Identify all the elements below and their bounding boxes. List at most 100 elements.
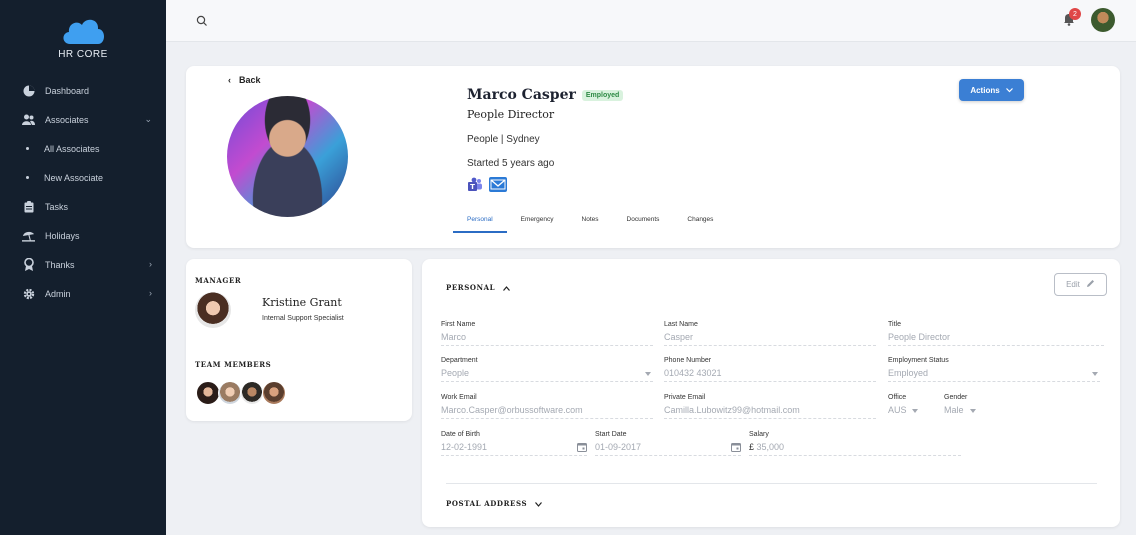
mail-icon[interactable]: [489, 177, 507, 192]
gender-select[interactable]: Male: [944, 405, 978, 418]
actions-label: Actions: [970, 85, 1000, 95]
sidebar-item-tasks[interactable]: Tasks: [0, 192, 166, 221]
field-label: Employment Status: [888, 357, 949, 364]
cloud-icon: [60, 14, 106, 46]
sidebar-item-associates[interactable]: Associates ⌄: [0, 105, 166, 134]
avatar[interactable]: [240, 381, 264, 405]
postal-section-header[interactable]: POSTAL ADDRESS: [446, 494, 543, 512]
field-label: Department: [441, 357, 478, 364]
salary-field: Salary £ 35,000: [749, 431, 961, 456]
manager-avatar[interactable]: [195, 292, 231, 328]
calendar-icon[interactable]: [577, 442, 587, 452]
status-badge: Employed: [581, 89, 624, 101]
chevron-down-icon: ⌄: [144, 114, 152, 124]
section-divider: [446, 483, 1097, 484]
manager-title: Internal Support Specialist: [262, 315, 344, 322]
clipboard-icon: [22, 200, 35, 213]
sidebar-item-new-associate[interactable]: New Associate: [0, 163, 166, 192]
manager-name[interactable]: Kristine Grant: [262, 296, 342, 309]
award-icon: [22, 258, 35, 271]
field-label: Phone Number: [664, 357, 712, 364]
dob-value-row: 12-02-1991: [441, 442, 587, 456]
avatar[interactable]: [218, 381, 242, 405]
chevron-down-icon: [535, 494, 543, 512]
user-avatar[interactable]: [1091, 8, 1115, 32]
tab-emergency[interactable]: Emergency: [521, 214, 554, 233]
brand-logo[interactable]: HR CORE: [56, 14, 110, 60]
back-label: Back: [239, 75, 261, 85]
tab-personal[interactable]: Personal: [453, 214, 507, 233]
svg-text:T: T: [470, 183, 475, 191]
manager-section-label: MANAGER: [195, 276, 242, 285]
employee-location: People | Sydney: [467, 134, 540, 145]
tab-documents[interactable]: Documents: [627, 214, 660, 233]
search-icon[interactable]: [196, 14, 208, 26]
edit-label: Edit: [1066, 280, 1080, 289]
start-date-input[interactable]: 01-09-2017: [595, 442, 641, 452]
department-field: Department People: [441, 357, 653, 382]
sidebar-item-label: All Associates: [44, 143, 100, 154]
employee-role: People Director: [467, 108, 555, 121]
gender-field: Gender Male: [944, 394, 978, 418]
field-label: Last Name: [664, 321, 698, 328]
sidebar-item-thanks[interactable]: Thanks ›: [0, 250, 166, 279]
start-date-field: Start Date 01-09-2017: [595, 431, 741, 456]
title-input[interactable]: People Director: [888, 332, 1104, 346]
pie-chart-icon: [22, 84, 35, 97]
field-label: Date of Birth: [441, 431, 480, 438]
tab-changes[interactable]: Changes: [687, 214, 713, 233]
profile-photo: [227, 96, 348, 217]
sidebar-item-all-associates[interactable]: All Associates: [0, 134, 166, 163]
manager-card: MANAGER Kristine Grant Internal Support …: [186, 259, 412, 421]
field-label: Work Email: [441, 394, 477, 401]
office-select[interactable]: AUS: [888, 405, 920, 418]
actions-button[interactable]: Actions: [959, 79, 1024, 101]
back-link[interactable]: ‹ Back: [228, 75, 261, 85]
edit-button[interactable]: Edit: [1054, 273, 1107, 296]
avatar[interactable]: [262, 381, 286, 405]
personal-section-header[interactable]: PERSONAL: [446, 278, 511, 296]
phone-input[interactable]: 010432 43021: [664, 368, 876, 382]
dob-input[interactable]: 12-02-1991: [441, 442, 487, 452]
sidebar: HR CORE Dashboard Associates ⌄ All Assoc…: [0, 0, 166, 535]
chevron-right-icon: ›: [149, 288, 152, 298]
salary-input[interactable]: 35,000: [757, 442, 785, 452]
name-row: Marco Casper Employed: [467, 87, 624, 103]
profile-tabs: Personal Emergency Notes Documents Chang…: [453, 214, 741, 233]
personal-section-label: PERSONAL: [446, 282, 496, 292]
bullet-icon: [26, 176, 29, 179]
dob-field: Date of Birth 12-02-1991: [441, 431, 587, 456]
work-email-input[interactable]: Marco.Casper@orbussoftware.com: [441, 405, 653, 419]
field-label: Private Email: [664, 394, 706, 401]
chevron-right-icon: ›: [149, 259, 152, 269]
field-label: Salary: [749, 431, 769, 438]
department-select[interactable]: People: [441, 368, 653, 382]
work-email-field: Work Email Marco.Casper@orbussoftware.co…: [441, 394, 653, 419]
profile-card: ‹ Back Marco Casper Employed People Dire…: [186, 66, 1120, 248]
field-label: Start Date: [595, 431, 627, 438]
field-label: Title: [888, 321, 901, 328]
contact-icons: T: [467, 177, 507, 193]
currency-symbol: £: [749, 442, 755, 452]
private-email-input[interactable]: Camilla.Lubowitz99@hotmail.com: [664, 405, 876, 419]
sidebar-item-label: Tasks: [45, 201, 69, 212]
employee-started: Started 5 years ago: [467, 158, 555, 169]
sidebar-item-holidays[interactable]: Holidays: [0, 221, 166, 250]
field-label: Office: [888, 394, 907, 401]
sidebar-item-label: Thanks: [45, 259, 75, 270]
employment-status-select[interactable]: Employed: [888, 368, 1100, 382]
top-bar: 2: [166, 0, 1136, 42]
employee-name: Marco Casper: [467, 87, 576, 103]
teams-icon[interactable]: T: [467, 177, 483, 193]
avatar[interactable]: [196, 381, 220, 405]
title-field: Title People Director: [888, 321, 1104, 346]
private-email-field: Private Email Camilla.Lubowitz99@hotmail…: [664, 394, 876, 419]
sidebar-item-label: Admin: [45, 288, 71, 299]
users-icon: [22, 113, 35, 126]
first-name-input[interactable]: Marco: [441, 332, 653, 346]
sidebar-item-dashboard[interactable]: Dashboard: [0, 76, 166, 105]
calendar-icon[interactable]: [731, 442, 741, 452]
last-name-input[interactable]: Casper: [664, 332, 876, 346]
tab-notes[interactable]: Notes: [582, 214, 599, 233]
sidebar-item-admin[interactable]: Admin ›: [0, 279, 166, 308]
